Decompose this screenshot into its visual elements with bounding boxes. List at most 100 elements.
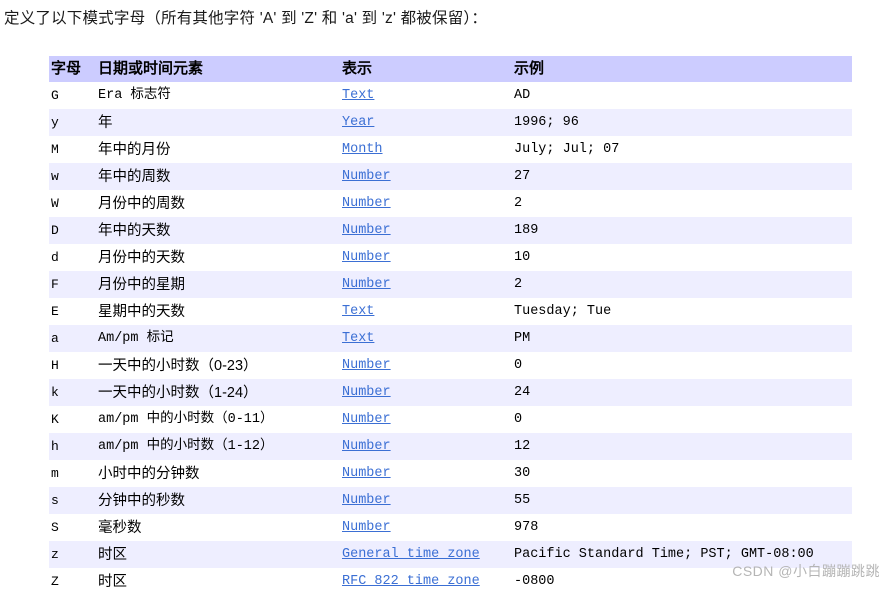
table-body: G Era 标志符 Text AD y 年 Year 1996; 96 M 年中的月份 Month J… (49, 82, 852, 595)
presentation-link[interactable]: Number (342, 169, 391, 184)
cell-presentation: Number (340, 406, 512, 433)
cell-letter: w (49, 163, 96, 190)
presentation-link[interactable]: Text (342, 331, 374, 346)
table-row: d 月份中的天数 Number 10 (49, 244, 852, 271)
cell-example: PM (512, 325, 852, 352)
table-row: h am/pm 中的小时数（1-12） Number 12 (49, 433, 852, 460)
column-header-letter: 字母 (49, 56, 96, 82)
cell-example: 27 (512, 163, 852, 190)
cell-letter: S (49, 514, 96, 541)
presentation-link[interactable]: General time zone (342, 547, 480, 562)
table-header-row: 字母 日期或时间元素 表示 示例 (49, 56, 852, 82)
cell-element: 时区 (96, 541, 340, 568)
cell-example: 55 (512, 487, 852, 514)
table-row: m 小时中的分钟数 Number 30 (49, 460, 852, 487)
cell-letter: M (49, 136, 96, 163)
pattern-letters-table: 字母 日期或时间元素 表示 示例 G Era 标志符 Text AD y 年 Year 199… (49, 56, 852, 595)
presentation-link[interactable]: Text (342, 304, 374, 319)
cell-example: 24 (512, 379, 852, 406)
cell-example: 1996; 96 (512, 109, 852, 136)
table-row: k 一天中的小时数（1-24） Number 24 (49, 379, 852, 406)
cell-presentation: Number (340, 514, 512, 541)
cell-presentation: Number (340, 379, 512, 406)
table-row: W 月份中的周数 Number 2 (49, 190, 852, 217)
cell-presentation: Month (340, 136, 512, 163)
cell-element: 时区 (96, 568, 340, 595)
cell-letter: F (49, 271, 96, 298)
cell-letter: H (49, 352, 96, 379)
table-row: G Era 标志符 Text AD (49, 82, 852, 109)
presentation-link[interactable]: Number (342, 223, 391, 238)
cell-letter: G (49, 82, 96, 109)
presentation-link[interactable]: Number (342, 439, 391, 454)
presentation-link[interactable]: Number (342, 466, 391, 481)
presentation-link[interactable]: Text (342, 88, 374, 103)
cell-example: 2 (512, 271, 852, 298)
cell-element: 月份中的天数 (96, 244, 340, 271)
presentation-link[interactable]: Number (342, 277, 391, 292)
cell-example: AD (512, 82, 852, 109)
cell-letter: K (49, 406, 96, 433)
cell-element: 一天中的小时数（1-24） (96, 379, 340, 406)
cell-example: 2 (512, 190, 852, 217)
cell-presentation: Text (340, 298, 512, 325)
cell-letter: z (49, 541, 96, 568)
cell-presentation: Number (340, 487, 512, 514)
cell-element: Era 标志符 (96, 82, 340, 109)
cell-example: 10 (512, 244, 852, 271)
cell-example: 978 (512, 514, 852, 541)
table-row: E 星期中的天数 Text Tuesday; Tue (49, 298, 852, 325)
cell-presentation: Number (340, 271, 512, 298)
presentation-link[interactable]: Year (342, 115, 374, 130)
cell-element: 年 (96, 109, 340, 136)
cell-example: July; Jul; 07 (512, 136, 852, 163)
table-row: a Am/pm 标记 Text PM (49, 325, 852, 352)
cell-presentation: Year (340, 109, 512, 136)
presentation-link[interactable]: Number (342, 250, 391, 265)
presentation-link[interactable]: Number (342, 493, 391, 508)
presentation-link[interactable]: Number (342, 196, 391, 211)
cell-presentation: Number (340, 190, 512, 217)
cell-letter: y (49, 109, 96, 136)
table-row: Kam/pm 中的小时数（0-11） Number 0 (49, 406, 852, 433)
cell-element: 毫秒数 (96, 514, 340, 541)
cell-letter: m (49, 460, 96, 487)
presentation-link[interactable]: Month (342, 142, 383, 157)
presentation-link[interactable]: Number (342, 520, 391, 535)
cell-presentation: Number (340, 244, 512, 271)
presentation-link[interactable]: RFC 822 time zone (342, 574, 480, 589)
table-row: w 年中的周数 Number 27 (49, 163, 852, 190)
presentation-link[interactable]: Number (342, 358, 391, 373)
cell-presentation: Number (340, 163, 512, 190)
cell-example: Tuesday; Tue (512, 298, 852, 325)
cell-element: Am/pm 标记 (96, 325, 340, 352)
cell-letter: s (49, 487, 96, 514)
table-row: S 毫秒数 Number 978 (49, 514, 852, 541)
table-row: s 分钟中的秒数 Number 55 (49, 487, 852, 514)
cell-element: 一天中的小时数（0-23） (96, 352, 340, 379)
cell-presentation: Number (340, 217, 512, 244)
presentation-link[interactable]: Number (342, 385, 391, 400)
presentation-link[interactable]: Number (342, 412, 391, 427)
cell-letter: a (49, 325, 96, 352)
cell-presentation: RFC 822 time zone (340, 568, 512, 595)
cell-presentation: Text (340, 82, 512, 109)
pattern-letters-table-wrapper: 字母 日期或时间元素 表示 示例 G Era 标志符 Text AD y 年 Year 199… (49, 56, 852, 595)
table-row: F 月份中的星期 Number 2 (49, 271, 852, 298)
cell-letter: h (49, 433, 96, 460)
cell-element: am/pm 中的小时数（1-12） (96, 433, 340, 460)
cell-example: 189 (512, 217, 852, 244)
cell-example: 0 (512, 352, 852, 379)
column-header-presentation: 表示 (340, 56, 512, 82)
table-row: D 年中的天数 Number 189 (49, 217, 852, 244)
cell-presentation: General time zone (340, 541, 512, 568)
cell-element: 月份中的周数 (96, 190, 340, 217)
cell-element: 年中的周数 (96, 163, 340, 190)
cell-presentation: Number (340, 433, 512, 460)
cell-example: 0 (512, 406, 852, 433)
cell-element: 年中的月份 (96, 136, 340, 163)
table-row: M 年中的月份 Month July; Jul; 07 (49, 136, 852, 163)
cell-example: 30 (512, 460, 852, 487)
cell-letter: D (49, 217, 96, 244)
cell-letter: k (49, 379, 96, 406)
